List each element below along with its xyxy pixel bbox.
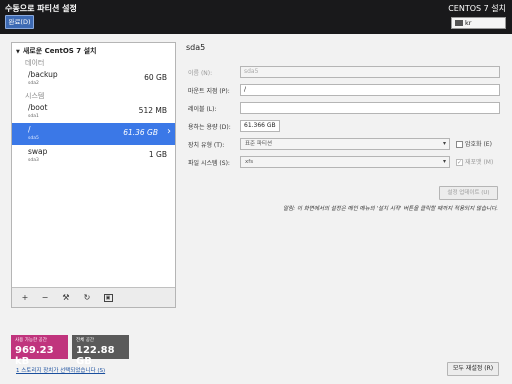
- total-space-label: 전체 공간: [76, 338, 94, 343]
- expand-triangle-icon: ▼: [16, 49, 20, 55]
- partition-toolbar: + − ⚒ ↻ ▣: [12, 287, 175, 307]
- mount-point-label: 마운트 지점 (P):: [188, 88, 230, 95]
- device-type-value: 표준 파티션: [245, 141, 273, 147]
- mount-name: /backup: [28, 70, 58, 79]
- name-label: 이름 (N):: [188, 70, 213, 77]
- mount-size: 512 MB: [138, 106, 167, 115]
- mount-device: sda5: [28, 136, 39, 141]
- configure-tools-icon[interactable]: ⚒: [56, 291, 76, 305]
- header-bar: 수동으로 파티션 설정 완료(D) CENTOS 7 설치 kr: [0, 0, 512, 34]
- checkmark-icon: ✓: [456, 159, 463, 166]
- chevron-down-icon: ▾: [442, 140, 446, 147]
- product-title: CENTOS 7 설치: [448, 4, 506, 13]
- done-button[interactable]: 완료(D): [5, 15, 34, 29]
- mount-size: 61.36 GB: [123, 128, 158, 137]
- chevron-right-icon: ›: [167, 126, 171, 137]
- reset-all-button[interactable]: 모두 재설정 (R): [447, 362, 499, 376]
- refresh-icon[interactable]: ↻: [77, 291, 97, 305]
- group-label-data: 데이터: [25, 59, 45, 67]
- filesystem-label: 파일 시스템 (S):: [188, 160, 230, 167]
- disk-icon: ▣: [103, 293, 113, 302]
- total-space-box: 전체 공간 122.88 GB: [72, 335, 129, 367]
- keyboard-layout-label: kr: [465, 19, 472, 27]
- encrypt-checkbox[interactable]: 암호화 (E): [456, 139, 492, 148]
- total-space-value: 122.88 GB: [76, 345, 115, 367]
- mount-size: 60 GB: [144, 73, 167, 82]
- mount-name: /: [28, 125, 31, 134]
- reformat-checkbox[interactable]: ✓ 재포맷 (M): [456, 157, 493, 166]
- mount-name: /boot: [28, 103, 48, 112]
- available-space-label: 사용 가능한 공간: [15, 338, 47, 343]
- main-content: ▼ 새로운 CentOS 7 설치 데이터 /backup sda2 60 GB …: [0, 34, 512, 384]
- mount-point-tree: ▼ 새로운 CentOS 7 설치 데이터 /backup sda2 60 GB …: [11, 42, 176, 308]
- storage-devices-link[interactable]: 1 스토리지 장치가 선택되었습니다 (S): [16, 366, 105, 374]
- mount-device: sda1: [28, 114, 39, 119]
- encrypt-label: 암호화 (E): [465, 141, 492, 148]
- mount-item-backup[interactable]: /backup sda2 60 GB: [12, 68, 175, 90]
- capacity-field[interactable]: 61.366 GB: [240, 120, 280, 132]
- mount-device: sda2: [28, 81, 39, 86]
- mount-point-field[interactable]: /: [240, 84, 500, 96]
- device-type-select[interactable]: 표준 파티션 ▾: [240, 138, 450, 150]
- install-tree-title: 새로운 CentOS 7 설치: [22, 47, 97, 55]
- partition-detail-title: sda5: [186, 43, 206, 52]
- group-label-system: 시스템: [25, 92, 45, 100]
- install-tree-header[interactable]: ▼ 새로운 CentOS 7 설치: [16, 46, 96, 56]
- mount-name: swap: [28, 147, 48, 156]
- mount-item-swap[interactable]: swap sda3 1 GB: [12, 145, 175, 167]
- disk-summary-button[interactable]: ▣: [98, 291, 118, 305]
- update-settings-button[interactable]: 설정 업데이트 (U): [439, 186, 498, 200]
- mount-device: sda3: [28, 158, 39, 163]
- name-field[interactable]: sda5: [240, 66, 500, 78]
- keyboard-icon: [455, 20, 463, 26]
- reformat-label: 재포맷 (M): [465, 159, 494, 166]
- device-type-label: 장치 유형 (T):: [188, 142, 225, 149]
- settings-note: 알림: 이 화면에서의 설정은 메인 메뉴의 '설치 시작' 버튼을 클릭할 때…: [283, 206, 498, 212]
- available-space-box: 사용 가능한 공간 969.23 kB: [11, 335, 68, 367]
- label-label: 레이블 (L):: [188, 106, 217, 113]
- add-partition-button[interactable]: +: [15, 291, 35, 305]
- page-title: 수동으로 파티션 설정: [5, 4, 77, 13]
- chevron-down-icon: ▾: [442, 158, 446, 165]
- filesystem-value: xfs: [245, 159, 254, 165]
- label-field[interactable]: [240, 102, 500, 114]
- mount-size: 1 GB: [148, 150, 167, 159]
- remove-partition-button[interactable]: −: [35, 291, 55, 305]
- keyboard-layout-indicator[interactable]: kr: [451, 17, 506, 29]
- mount-item-boot[interactable]: /boot sda1 512 MB: [12, 101, 175, 123]
- mount-item-root[interactable]: / sda5 61.36 GB ›: [12, 123, 175, 145]
- filesystem-select[interactable]: xfs ▾: [240, 156, 450, 168]
- available-space-value: 969.23 kB: [15, 345, 54, 367]
- capacity-label: 용하는 용량 (D):: [188, 124, 231, 131]
- checkbox-box: [456, 141, 463, 148]
